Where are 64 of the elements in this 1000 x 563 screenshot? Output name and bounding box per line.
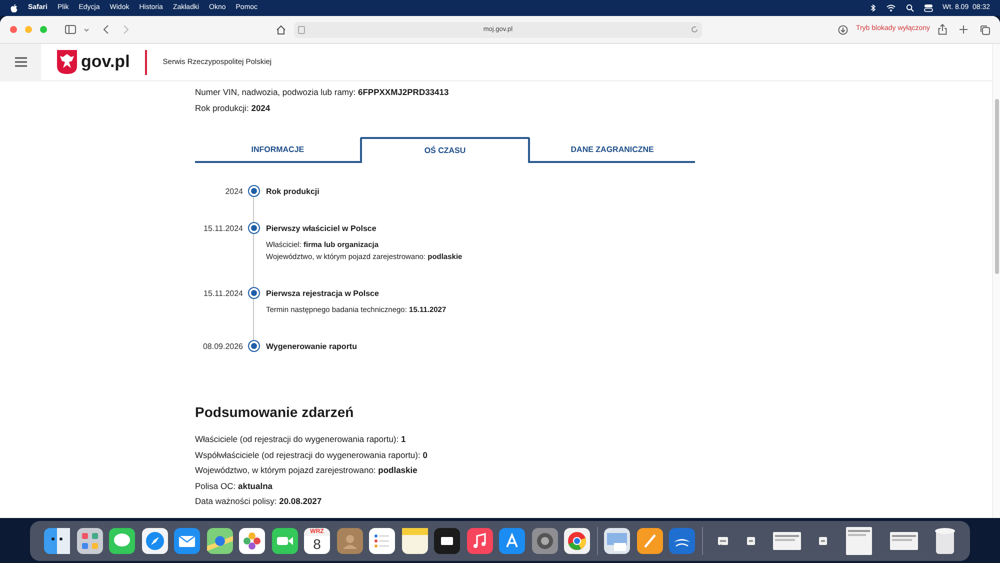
summary-item: Data ważności polisy: 20.08.2027	[195, 495, 323, 508]
chevron-down-icon[interactable]	[84, 28, 89, 32]
section-heading: Podsumowanie zdarzeń	[195, 403, 355, 421]
event-title: Wygenerowanie raportu	[266, 341, 357, 353]
compass-icon[interactable]	[142, 528, 168, 554]
summary-item: Polisa OC: aktualna	[195, 480, 274, 493]
music-note-icon[interactable]	[466, 528, 492, 554]
window-thumbnail-icon[interactable]	[718, 536, 728, 544]
event-date: 15.11.2024	[202, 288, 243, 300]
back-icon[interactable]	[103, 25, 109, 34]
list-icon[interactable]	[369, 528, 395, 554]
summary-item: Województwo, w którym pojazd zarejestrowano: podlaskie	[195, 464, 418, 478]
timeline-node-icon	[248, 222, 260, 234]
event-date: 2024	[224, 186, 243, 198]
calendar-day: 8	[313, 536, 321, 552]
chat-bubble-icon[interactable]	[109, 528, 135, 554]
site-logo[interactable]: gov.pl	[81, 49, 130, 75]
page-icon	[298, 26, 305, 34]
apple-logo-icon[interactable]	[10, 4, 18, 12]
face-icon[interactable]	[44, 528, 70, 554]
timeline-node-icon	[248, 185, 260, 197]
grid-icon[interactable]	[76, 528, 102, 554]
sidebar-icon[interactable]	[65, 25, 76, 34]
window-thumbnail-icon[interactable]	[773, 532, 802, 550]
pencil-icon[interactable]	[636, 528, 662, 554]
summary-item: Właściciele (od rejestracji do wygenerowania raportu): 1	[195, 433, 407, 446]
event-title: Rok produkcji	[266, 186, 320, 198]
video-camera-icon[interactable]	[272, 528, 298, 554]
envelope-icon[interactable]	[174, 528, 200, 554]
map-icon[interactable]	[206, 528, 232, 554]
bluetooth-icon[interactable]	[870, 4, 876, 12]
tab[interactable]: DANE ZAGRANICZNE	[530, 139, 695, 163]
timeline-node-icon	[248, 340, 260, 352]
browser-icon[interactable]	[564, 528, 590, 554]
photo-viewer-icon[interactable]	[604, 528, 630, 554]
window-thumbnail-icon[interactable]	[890, 532, 918, 550]
download-icon[interactable]	[838, 24, 848, 34]
share-icon[interactable]	[938, 24, 947, 35]
window-thumbnail-icon[interactable]	[846, 526, 872, 554]
event-title: Pierwszy właściciel w Polsce	[266, 223, 378, 235]
notepad-icon[interactable]	[402, 528, 428, 554]
timeline-node-icon	[248, 287, 260, 299]
flower-icon[interactable]	[239, 528, 265, 554]
plus-icon[interactable]	[959, 25, 968, 34]
event-date: 15.11.2024	[202, 223, 243, 235]
vehicle-info: Numer VIN, nadwozia, podwozia lub ramy: 6FPPXXMJ2PRD33413	[195, 86, 450, 99]
window-thumbnail-icon[interactable]	[746, 536, 755, 544]
home-icon[interactable]	[276, 24, 286, 34]
search-icon[interactable]	[906, 4, 914, 12]
scrollbar[interactable]	[992, 44, 1000, 518]
vehicle-info: Rok produkcji: 2024	[195, 102, 272, 115]
tab[interactable]: OŚ CZASU	[360, 137, 530, 163]
trash-icon[interactable]	[934, 526, 956, 554]
window-thumbnail-icon[interactable]	[819, 536, 828, 544]
wifi-icon[interactable]	[886, 4, 896, 12]
summary-item: Współwłaściciele (od rejestracji do wygenerowania raportu): 0	[195, 448, 428, 462]
control-center-icon[interactable]	[924, 4, 933, 12]
tv-icon[interactable]	[434, 528, 460, 554]
menu-icon[interactable]	[14, 57, 26, 67]
tabs-overview-icon[interactable]	[980, 24, 990, 34]
contact-book-icon[interactable]	[336, 528, 362, 554]
event-date: 08.09.2026	[202, 341, 243, 353]
close-window-icon[interactable]	[10, 26, 17, 33]
event-title: Pierwsza rejestracja w Polsce	[266, 288, 380, 300]
